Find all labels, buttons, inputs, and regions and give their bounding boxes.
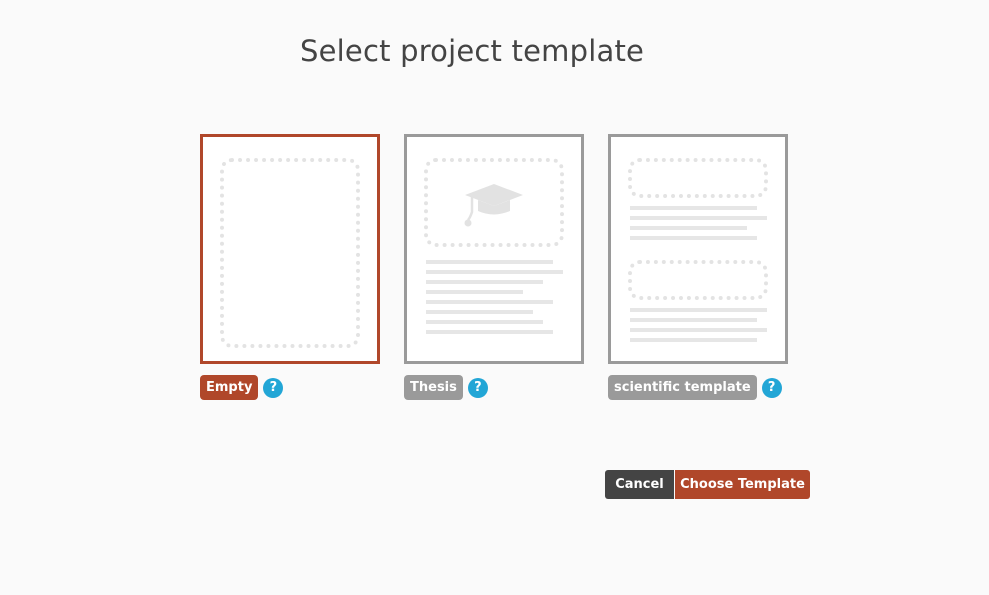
template-selection-page: Select project template Empty ? Thesis ?…: [0, 0, 989, 595]
text-line: [630, 226, 747, 230]
template-label-thesis: Thesis: [404, 375, 463, 400]
text-line: [426, 270, 563, 274]
text-line: [426, 280, 543, 284]
template-option-scientific[interactable]: scientific template ?: [608, 134, 788, 400]
text-line: [426, 300, 553, 304]
text-line: [630, 206, 757, 210]
template-label-empty: Empty: [200, 375, 259, 400]
text-line: [426, 320, 543, 324]
text-line: [426, 290, 523, 294]
text-line: [426, 330, 553, 334]
template-preview-scientific: [608, 134, 788, 364]
template-label-row: Empty ?: [200, 375, 284, 400]
help-icon[interactable]: ?: [467, 377, 488, 398]
header-placeholder: [628, 158, 768, 198]
template-label-scientific: scientific template: [608, 375, 757, 400]
page-title: Select project template: [300, 34, 645, 68]
cover-image-placeholder: [424, 158, 564, 247]
template-label-row: scientific template ?: [608, 375, 782, 400]
text-line: [630, 338, 757, 342]
choose-template-button[interactable]: Choose Template: [675, 470, 810, 499]
text-line: [426, 310, 533, 314]
text-line: [630, 216, 767, 220]
template-preview-empty: [200, 134, 380, 364]
text-line: [630, 308, 767, 312]
dialog-actions: Cancel Choose Template: [605, 470, 810, 499]
text-line: [630, 328, 767, 332]
cancel-button[interactable]: Cancel: [605, 470, 674, 499]
text-line: [426, 260, 553, 264]
template-label-row: Thesis ?: [404, 375, 488, 400]
template-option-thesis[interactable]: Thesis ?: [404, 134, 584, 400]
text-line: [630, 318, 757, 322]
figure-placeholder: [628, 260, 768, 300]
empty-content-placeholder: [220, 158, 360, 348]
text-line: [630, 236, 757, 240]
graduation-cap-icon: [464, 184, 523, 227]
template-option-empty[interactable]: Empty ?: [200, 134, 380, 400]
help-icon[interactable]: ?: [761, 377, 782, 398]
template-preview-thesis: [404, 134, 584, 364]
help-icon[interactable]: ?: [263, 377, 284, 398]
